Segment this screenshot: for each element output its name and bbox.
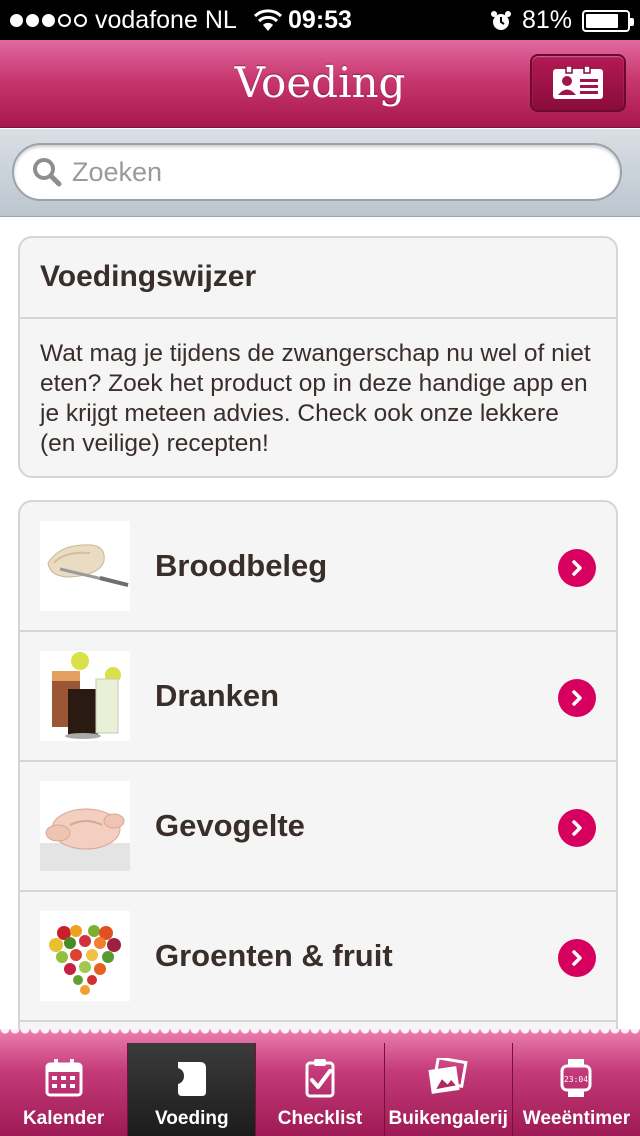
tab-voeding[interactable]: Voeding (128, 1043, 257, 1136)
tab-label: Buikengalerij (388, 1108, 508, 1129)
list-item-broodbeleg[interactable]: Broodbeleg (20, 502, 616, 632)
tab-weeentimer[interactable]: 23:04 Weeëntimer (513, 1043, 640, 1136)
checklist-icon (298, 1056, 342, 1100)
info-card-title: Voedingswijzer (20, 238, 616, 319)
info-card: Voedingswijzer Wat mag je tijdens de zwa… (18, 236, 618, 478)
tab-bar-lace-border (0, 1029, 640, 1041)
category-list: Broodbeleg Dranken Gevogelte Groenten & … (18, 500, 618, 1060)
bread-knife-image (40, 521, 130, 611)
svg-text:23:04: 23:04 (564, 1075, 588, 1084)
photos-icon (426, 1056, 470, 1100)
search-input[interactable] (72, 156, 592, 188)
battery-icon (582, 9, 634, 32)
list-item-label: Groenten & fruit (155, 938, 393, 973)
chevron-right-icon (558, 939, 596, 977)
battery-percentage: 81% (521, 6, 572, 34)
tab-buikengalerij[interactable]: Buikengalerij (385, 1043, 513, 1136)
search-field[interactable] (12, 143, 622, 201)
raw-chicken-image (40, 781, 130, 871)
list-item-dranken[interactable]: Dranken (20, 632, 616, 762)
status-right: 81% (490, 6, 634, 35)
tab-label: Voeding (155, 1108, 229, 1129)
chevron-right-icon (558, 809, 596, 847)
search-bar (0, 129, 640, 217)
calendar-icon (42, 1056, 86, 1100)
tab-bar: Kalender Voeding Checklist Buikengalerij… (0, 1029, 640, 1136)
profile-button[interactable] (530, 54, 626, 112)
id-card-icon (553, 66, 603, 99)
tab-label: Weeëntimer (522, 1108, 631, 1129)
list-item-label: Dranken (155, 678, 280, 713)
status-bar: vodafone NL 09:53 81% (0, 0, 640, 40)
chevron-right-icon (558, 679, 596, 717)
drinks-image (40, 651, 130, 741)
watch-icon: 23:04 (554, 1056, 598, 1100)
tab-label: Kalender (22, 1108, 105, 1129)
list-item-label: Gevogelte (155, 808, 305, 843)
chevron-right-icon (558, 549, 596, 587)
nav-bar: Voeding (0, 40, 640, 128)
list-item-label: Broodbeleg (155, 548, 328, 583)
search-icon (33, 158, 62, 187)
list-item-groenten-fruit[interactable]: Groenten & fruit (20, 892, 616, 1022)
tab-checklist[interactable]: Checklist (256, 1043, 385, 1136)
food-icon (170, 1056, 214, 1100)
fruit-heart-image (40, 911, 130, 1001)
tab-kalender[interactable]: Kalender (0, 1043, 129, 1136)
list-item-gevogelte[interactable]: Gevogelte (20, 762, 616, 892)
alarm-icon (490, 10, 511, 30)
tab-label: Checklist (277, 1108, 363, 1129)
info-card-body: Wat mag je tijdens de zwangerschap nu we… (40, 340, 591, 457)
